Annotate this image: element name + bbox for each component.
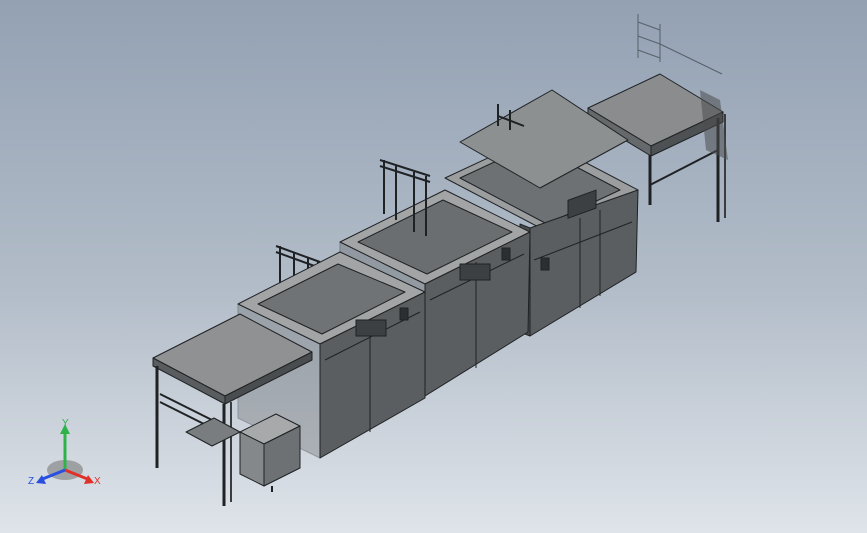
x-axis-label: X bbox=[94, 476, 101, 487]
coordinate-triad: Y X Z bbox=[24, 418, 106, 494]
assembly-model[interactable] bbox=[152, 14, 728, 506]
cad-3d-viewport[interactable] bbox=[0, 0, 867, 533]
z-axis-label: Z bbox=[28, 476, 34, 487]
ghost-lift-frame bbox=[637, 14, 723, 75]
pump-unit[interactable] bbox=[185, 413, 301, 492]
y-axis-label: Y bbox=[62, 418, 69, 429]
